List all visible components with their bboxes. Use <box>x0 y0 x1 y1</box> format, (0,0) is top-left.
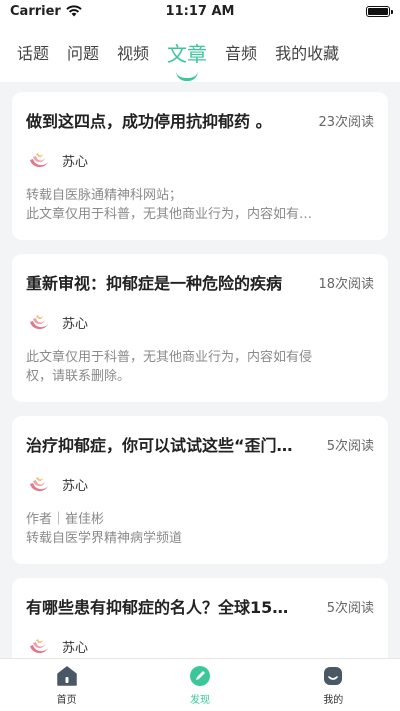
article-card[interactable]: 有哪些患有抑郁症的名人？全球15… 5次阅读 苏心 <box>12 578 388 658</box>
nav-discover[interactable]: 发现 <box>160 665 240 706</box>
article-excerpt: 转载自医脉通精神科网站； 此文章仅用于科普，无其他商业行为，内容如有… <box>26 188 313 222</box>
article-excerpt: 作者｜崔佳彬 转载自医学界精神病学频道 <box>26 512 183 546</box>
author-row: 苏心 <box>26 472 374 496</box>
tab-questions[interactable]: 问题 <box>58 40 108 64</box>
tab-videos[interactable]: 视频 <box>108 40 158 64</box>
article-title: 做到这四点，成功停用抗抑郁药 。 <box>26 112 272 131</box>
author-row: 苏心 <box>26 148 374 172</box>
nav-home[interactable]: 首页 <box>27 665 107 706</box>
wifi-icon <box>66 5 82 17</box>
nav-mine[interactable]: 我的 <box>293 665 373 706</box>
nav-mine-label: 我的 <box>323 694 344 706</box>
author-name: 苏心 <box>62 316 89 332</box>
carrier-label: Carrier <box>10 3 61 19</box>
author-avatar-logo-icon <box>30 153 48 168</box>
author-name: 苏心 <box>62 154 89 170</box>
read-count: 23次阅读 <box>318 114 374 130</box>
article-title: 治疗抑郁症，你可以试试这些“歪门… <box>26 436 293 455</box>
profile-smile-icon <box>324 666 343 685</box>
article-title: 重新审视：抑郁症是一种危险的疾病 <box>26 274 283 293</box>
author-name: 苏心 <box>62 640 89 656</box>
tab-articles[interactable]: 文章 <box>158 38 216 81</box>
article-card[interactable]: 做到这四点，成功停用抗抑郁药 。 23次阅读 苏心 转载自医脉通精神科网站； 此… <box>12 92 388 240</box>
author-avatar-logo-icon <box>30 315 48 330</box>
read-count: 5次阅读 <box>326 438 374 454</box>
author-row: 苏心 <box>26 310 374 334</box>
active-tab-indicator <box>176 71 199 81</box>
author-avatar-logo-icon <box>30 639 48 654</box>
article-card[interactable]: 重新审视：抑郁症是一种危险的疾病 18次阅读 苏心 此文章仅用于科普，无其他商业… <box>12 254 388 402</box>
tab-audio[interactable]: 音频 <box>216 40 266 64</box>
article-list[interactable]: 做到这四点，成功停用抗抑郁药 。 23次阅读 苏心 转载自医脉通精神科网站； 此… <box>12 92 388 658</box>
status-bar: Carrier 11:17 AM <box>0 0 400 22</box>
author-avatar-logo-icon <box>30 477 48 492</box>
tab-favorites[interactable]: 我的收藏 <box>266 40 348 64</box>
nav-discover-label: 发现 <box>189 694 210 706</box>
home-icon <box>56 665 77 686</box>
nav-home-label: 首页 <box>56 694 77 706</box>
category-tabs: 话题 问题 视频 文章 音频 我的收藏 <box>0 22 400 82</box>
battery-icon <box>366 5 393 17</box>
author-name: 苏心 <box>62 478 89 494</box>
discover-pen-icon <box>189 665 210 686</box>
article-card[interactable]: 治疗抑郁症，你可以试试这些“歪门… 5次阅读 苏心 作者｜崔佳彬 转载自医学界精… <box>12 416 388 564</box>
read-count: 18次阅读 <box>318 276 374 292</box>
article-title: 有哪些患有抑郁症的名人？全球15… <box>26 598 289 617</box>
author-row: 苏心 <box>26 634 374 658</box>
bottom-nav: 首页 发现 我的 <box>0 658 400 711</box>
status-left: Carrier <box>10 4 82 19</box>
tab-topics[interactable]: 话题 <box>8 40 58 64</box>
read-count: 5次阅读 <box>326 600 374 616</box>
article-excerpt: 此文章仅用于科普，无其他商业行为，内容如有侵 权，请联系删除。 <box>26 350 313 384</box>
